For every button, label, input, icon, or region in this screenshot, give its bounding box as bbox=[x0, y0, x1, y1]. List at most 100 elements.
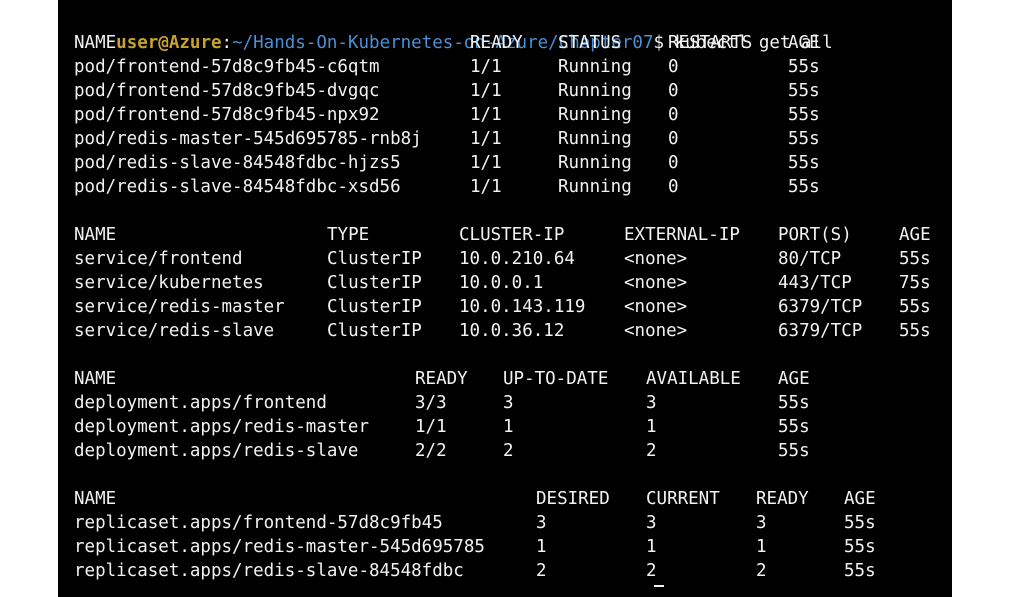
pods-cell: 0 bbox=[668, 105, 679, 125]
deployments-header-cell: AVAILABLE bbox=[646, 369, 741, 389]
services-cell: 10.0.210.64 bbox=[459, 249, 575, 269]
services-header-cell: EXTERNAL-IP bbox=[624, 225, 740, 245]
pods-cell: 0 bbox=[668, 153, 679, 173]
prompt-separator: : bbox=[221, 33, 233, 53]
pods-header-cell: AGE bbox=[788, 33, 820, 53]
pods-cell: Running bbox=[558, 105, 632, 125]
services-cell: 80/TCP bbox=[778, 249, 842, 269]
services-cell: 6379/TCP bbox=[778, 321, 863, 341]
services-cell: 55s bbox=[899, 249, 931, 269]
services-cell: ClusterIP bbox=[327, 273, 422, 293]
services-cell: <none> bbox=[624, 321, 688, 341]
replicasets-cell: 55s bbox=[844, 537, 876, 557]
deployments-header-cell: AGE bbox=[778, 369, 810, 389]
pods-cell: Running bbox=[558, 177, 632, 197]
services-cell: ClusterIP bbox=[327, 297, 422, 317]
pods-cell: 0 bbox=[668, 129, 679, 149]
deployments-cell: 2 bbox=[646, 441, 657, 461]
services-cell: 75s bbox=[899, 273, 931, 293]
deployments-cell: 55s bbox=[778, 417, 810, 437]
services-cell: service/redis-slave bbox=[74, 321, 275, 341]
pods-cell: 55s bbox=[788, 57, 820, 77]
pods-cell: 1/1 bbox=[470, 153, 502, 173]
pods-cell: 0 bbox=[668, 81, 679, 101]
replicasets-header-cell: NAME bbox=[74, 489, 117, 509]
pods-cell: pod/redis-slave-84548fdbc-hjzs5 bbox=[74, 153, 401, 173]
replicasets-cell: 3 bbox=[756, 513, 767, 533]
services-cell: <none> bbox=[624, 297, 688, 317]
deployments-header-cell: READY bbox=[415, 369, 468, 389]
pods-cell: 55s bbox=[788, 105, 820, 125]
pods-cell: 1/1 bbox=[470, 177, 502, 197]
deployments-cell: 3/3 bbox=[415, 393, 447, 413]
replicasets-cell: 55s bbox=[844, 513, 876, 533]
replicasets-cell: 2 bbox=[646, 561, 657, 581]
pods-header-cell: READY bbox=[470, 33, 523, 53]
services-cell: 10.0.0.1 bbox=[459, 273, 544, 293]
pods-cell: 55s bbox=[788, 153, 820, 173]
deployments-cell: 1 bbox=[503, 417, 514, 437]
pods-cell: 1/1 bbox=[470, 81, 502, 101]
services-cell: ClusterIP bbox=[327, 321, 422, 341]
services-cell: 55s bbox=[899, 297, 931, 317]
pods-cell: pod/redis-slave-84548fdbc-xsd56 bbox=[74, 177, 401, 197]
replicasets-cell: replicaset.apps/redis-master-545d695785 bbox=[74, 537, 485, 557]
deployments-cell: deployment.apps/redis-slave bbox=[74, 441, 359, 461]
replicasets-header-cell: DESIRED bbox=[536, 489, 610, 509]
pods-cell: 55s bbox=[788, 177, 820, 197]
replicasets-cell: 1 bbox=[756, 537, 767, 557]
services-cell: 10.0.36.12 bbox=[459, 321, 565, 341]
replicasets-cell: 2 bbox=[756, 561, 767, 581]
pods-cell: 55s bbox=[788, 81, 820, 101]
deployments-cell: 2 bbox=[503, 441, 514, 461]
pods-cell: Running bbox=[558, 153, 632, 173]
deployments-cell: 3 bbox=[503, 393, 514, 413]
pods-cell: pod/frontend-57d8c9fb45-npx92 bbox=[74, 105, 380, 125]
replicasets-cell: 3 bbox=[536, 513, 547, 533]
prompt-dollar: $ bbox=[653, 33, 665, 53]
replicasets-cell: 1 bbox=[646, 537, 657, 557]
pods-cell: pod/redis-master-545d695785-rnb8j bbox=[74, 129, 422, 149]
command-prompt: user@Azure:~/Hands-On-Kubernetes-on-Azur… bbox=[74, 7, 832, 53]
deployments-cell: 55s bbox=[778, 441, 810, 461]
deployments-cell: deployment.apps/frontend bbox=[74, 393, 327, 413]
pods-cell: 55s bbox=[788, 129, 820, 149]
deployments-cell: 3 bbox=[646, 393, 657, 413]
deployments-cell: 1 bbox=[646, 417, 657, 437]
services-header-cell: TYPE bbox=[327, 225, 370, 245]
terminal-window[interactable]: user@Azure:~/Hands-On-Kubernetes-on-Azur… bbox=[58, 0, 952, 597]
services-header-cell: AGE bbox=[899, 225, 931, 245]
services-cell: service/redis-master bbox=[74, 297, 285, 317]
prompt-user-host: user@Azure bbox=[116, 33, 222, 53]
pods-cell: pod/frontend-57d8c9fb45-dvgqc bbox=[74, 81, 380, 101]
replicasets-header-cell: CURRENT bbox=[646, 489, 720, 509]
deployments-cell: 55s bbox=[778, 393, 810, 413]
services-cell: <none> bbox=[624, 249, 688, 269]
services-header-cell: PORT(S) bbox=[778, 225, 852, 245]
services-cell: 10.0.143.119 bbox=[459, 297, 586, 317]
pods-cell: 1/1 bbox=[470, 105, 502, 125]
pods-header-cell: RESTARTS bbox=[668, 33, 753, 53]
replicasets-header-cell: READY bbox=[756, 489, 809, 509]
services-cell: 443/TCP bbox=[778, 273, 852, 293]
services-header-cell: CLUSTER-IP bbox=[459, 225, 565, 245]
deployments-cell: deployment.apps/redis-master bbox=[74, 417, 370, 437]
deployments-cell: 2/2 bbox=[415, 441, 447, 461]
deployments-header-cell: NAME bbox=[74, 369, 117, 389]
services-header-cell: NAME bbox=[74, 225, 117, 245]
replicasets-header-cell: AGE bbox=[844, 489, 876, 509]
services-cell: <none> bbox=[624, 273, 688, 293]
replicasets-cell: 55s bbox=[844, 561, 876, 581]
pods-cell: 1/1 bbox=[470, 129, 502, 149]
services-cell: 6379/TCP bbox=[778, 297, 863, 317]
replicasets-cell: 2 bbox=[536, 561, 547, 581]
pods-header-cell: STATUS bbox=[558, 33, 622, 53]
pods-cell: 0 bbox=[668, 57, 679, 77]
pods-cell: Running bbox=[558, 129, 632, 149]
replicasets-cell: replicaset.apps/frontend-57d8c9fb45 bbox=[74, 513, 443, 533]
replicasets-cell: 3 bbox=[646, 513, 657, 533]
pods-cell: pod/frontend-57d8c9fb45-c6qtm bbox=[74, 57, 380, 77]
deployments-cell: 1/1 bbox=[415, 417, 447, 437]
replicasets-cell: 1 bbox=[536, 537, 547, 557]
replicasets-cell: replicaset.apps/redis-slave-84548fdbc bbox=[74, 561, 464, 581]
